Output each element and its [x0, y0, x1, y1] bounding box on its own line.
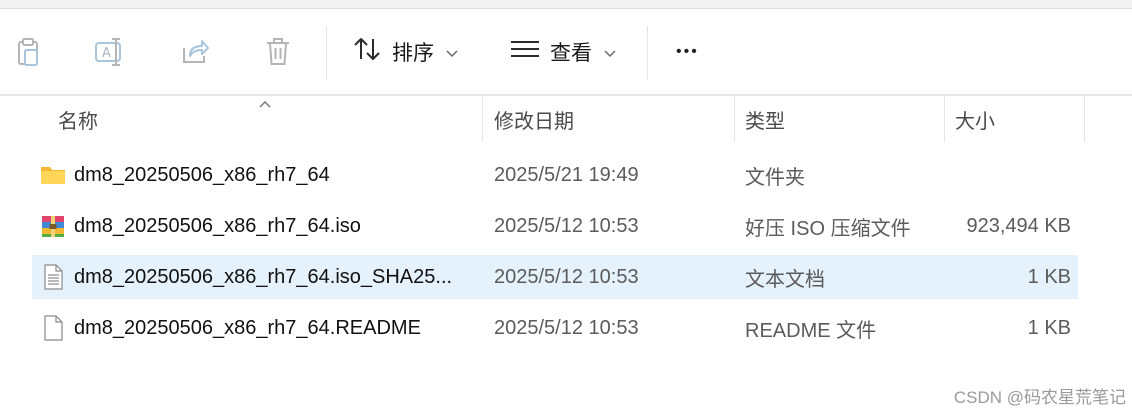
view-label: 查看 [550, 42, 592, 65]
toolbar-separator [326, 26, 327, 80]
file-row[interactable]: dm8_20250506_x86_rh7_64 2025/5/21 19:49 … [32, 153, 1078, 197]
blank-file-icon [40, 315, 66, 341]
chevron-down-icon [604, 40, 616, 64]
file-name: dm8_20250506_x86_rh7_64.iso_SHA25... [74, 265, 453, 288]
column-header-type[interactable]: 类型 [745, 96, 785, 142]
column-divider[interactable] [944, 96, 945, 142]
delete-icon[interactable] [258, 32, 298, 72]
window-top-strip [0, 0, 1132, 9]
file-name: dm8_20250506_x86_rh7_64.iso [74, 214, 361, 237]
file-modified: 2025/5/12 10:53 [494, 265, 639, 288]
file-modified: 2025/5/21 19:49 [494, 163, 639, 186]
file-name: dm8_20250506_x86_rh7_64.README [74, 316, 421, 339]
file-modified: 2025/5/12 10:53 [494, 316, 639, 339]
more-options-button[interactable]: ••• [676, 32, 699, 72]
sort-button[interactable]: 排序 [352, 32, 458, 72]
text-document-icon [40, 264, 66, 290]
file-type: 好压 ISO 压缩文件 [745, 217, 911, 240]
file-row[interactable]: dm8_20250506_x86_rh7_64.README 2025/5/12… [32, 306, 1078, 350]
file-size [944, 153, 1071, 197]
watermark: CSDN @码农星荒笔记 [953, 388, 1126, 407]
svg-text:A: A [102, 46, 111, 61]
sort-icon [352, 35, 382, 69]
column-header-row: 名称 修改日期 类型 大小 [0, 96, 1132, 142]
column-header-modified[interactable]: 修改日期 [494, 96, 574, 142]
file-type: 文本文档 [745, 268, 825, 291]
more-icon: ••• [676, 43, 699, 60]
toolbar-separator [647, 26, 648, 80]
column-divider[interactable] [1084, 96, 1085, 142]
file-type: README 文件 [745, 319, 877, 342]
file-type: 文件夹 [745, 166, 805, 189]
paste-icon[interactable] [8, 32, 48, 72]
file-size: 923,494 KB [966, 214, 1071, 237]
file-row-selected[interactable]: dm8_20250506_x86_rh7_64.iso_SHA25... 202… [32, 255, 1078, 299]
sort-label: 排序 [392, 42, 434, 65]
view-icon [510, 37, 540, 67]
file-name: dm8_20250506_x86_rh7_64 [74, 163, 330, 186]
file-size: 1 KB [1027, 316, 1071, 339]
chevron-down-icon [446, 40, 458, 64]
share-icon[interactable] [175, 32, 215, 72]
column-divider[interactable] [734, 96, 735, 142]
file-row[interactable]: dm8_20250506_x86_rh7_64.iso 2025/5/12 10… [32, 204, 1078, 248]
file-size: 1 KB [1027, 265, 1071, 288]
column-header-size[interactable]: 大小 [955, 96, 995, 142]
command-bar: A 排序 查看 ••• [0, 10, 1132, 94]
archive-icon [40, 213, 66, 239]
rename-icon[interactable]: A [90, 32, 130, 72]
file-modified: 2025/5/12 10:53 [494, 214, 639, 237]
folder-icon [40, 162, 66, 188]
column-header-name[interactable]: 名称 [58, 96, 98, 142]
column-divider[interactable] [482, 96, 483, 142]
view-button[interactable]: 查看 [510, 32, 616, 72]
sort-ascending-icon [258, 96, 272, 108]
